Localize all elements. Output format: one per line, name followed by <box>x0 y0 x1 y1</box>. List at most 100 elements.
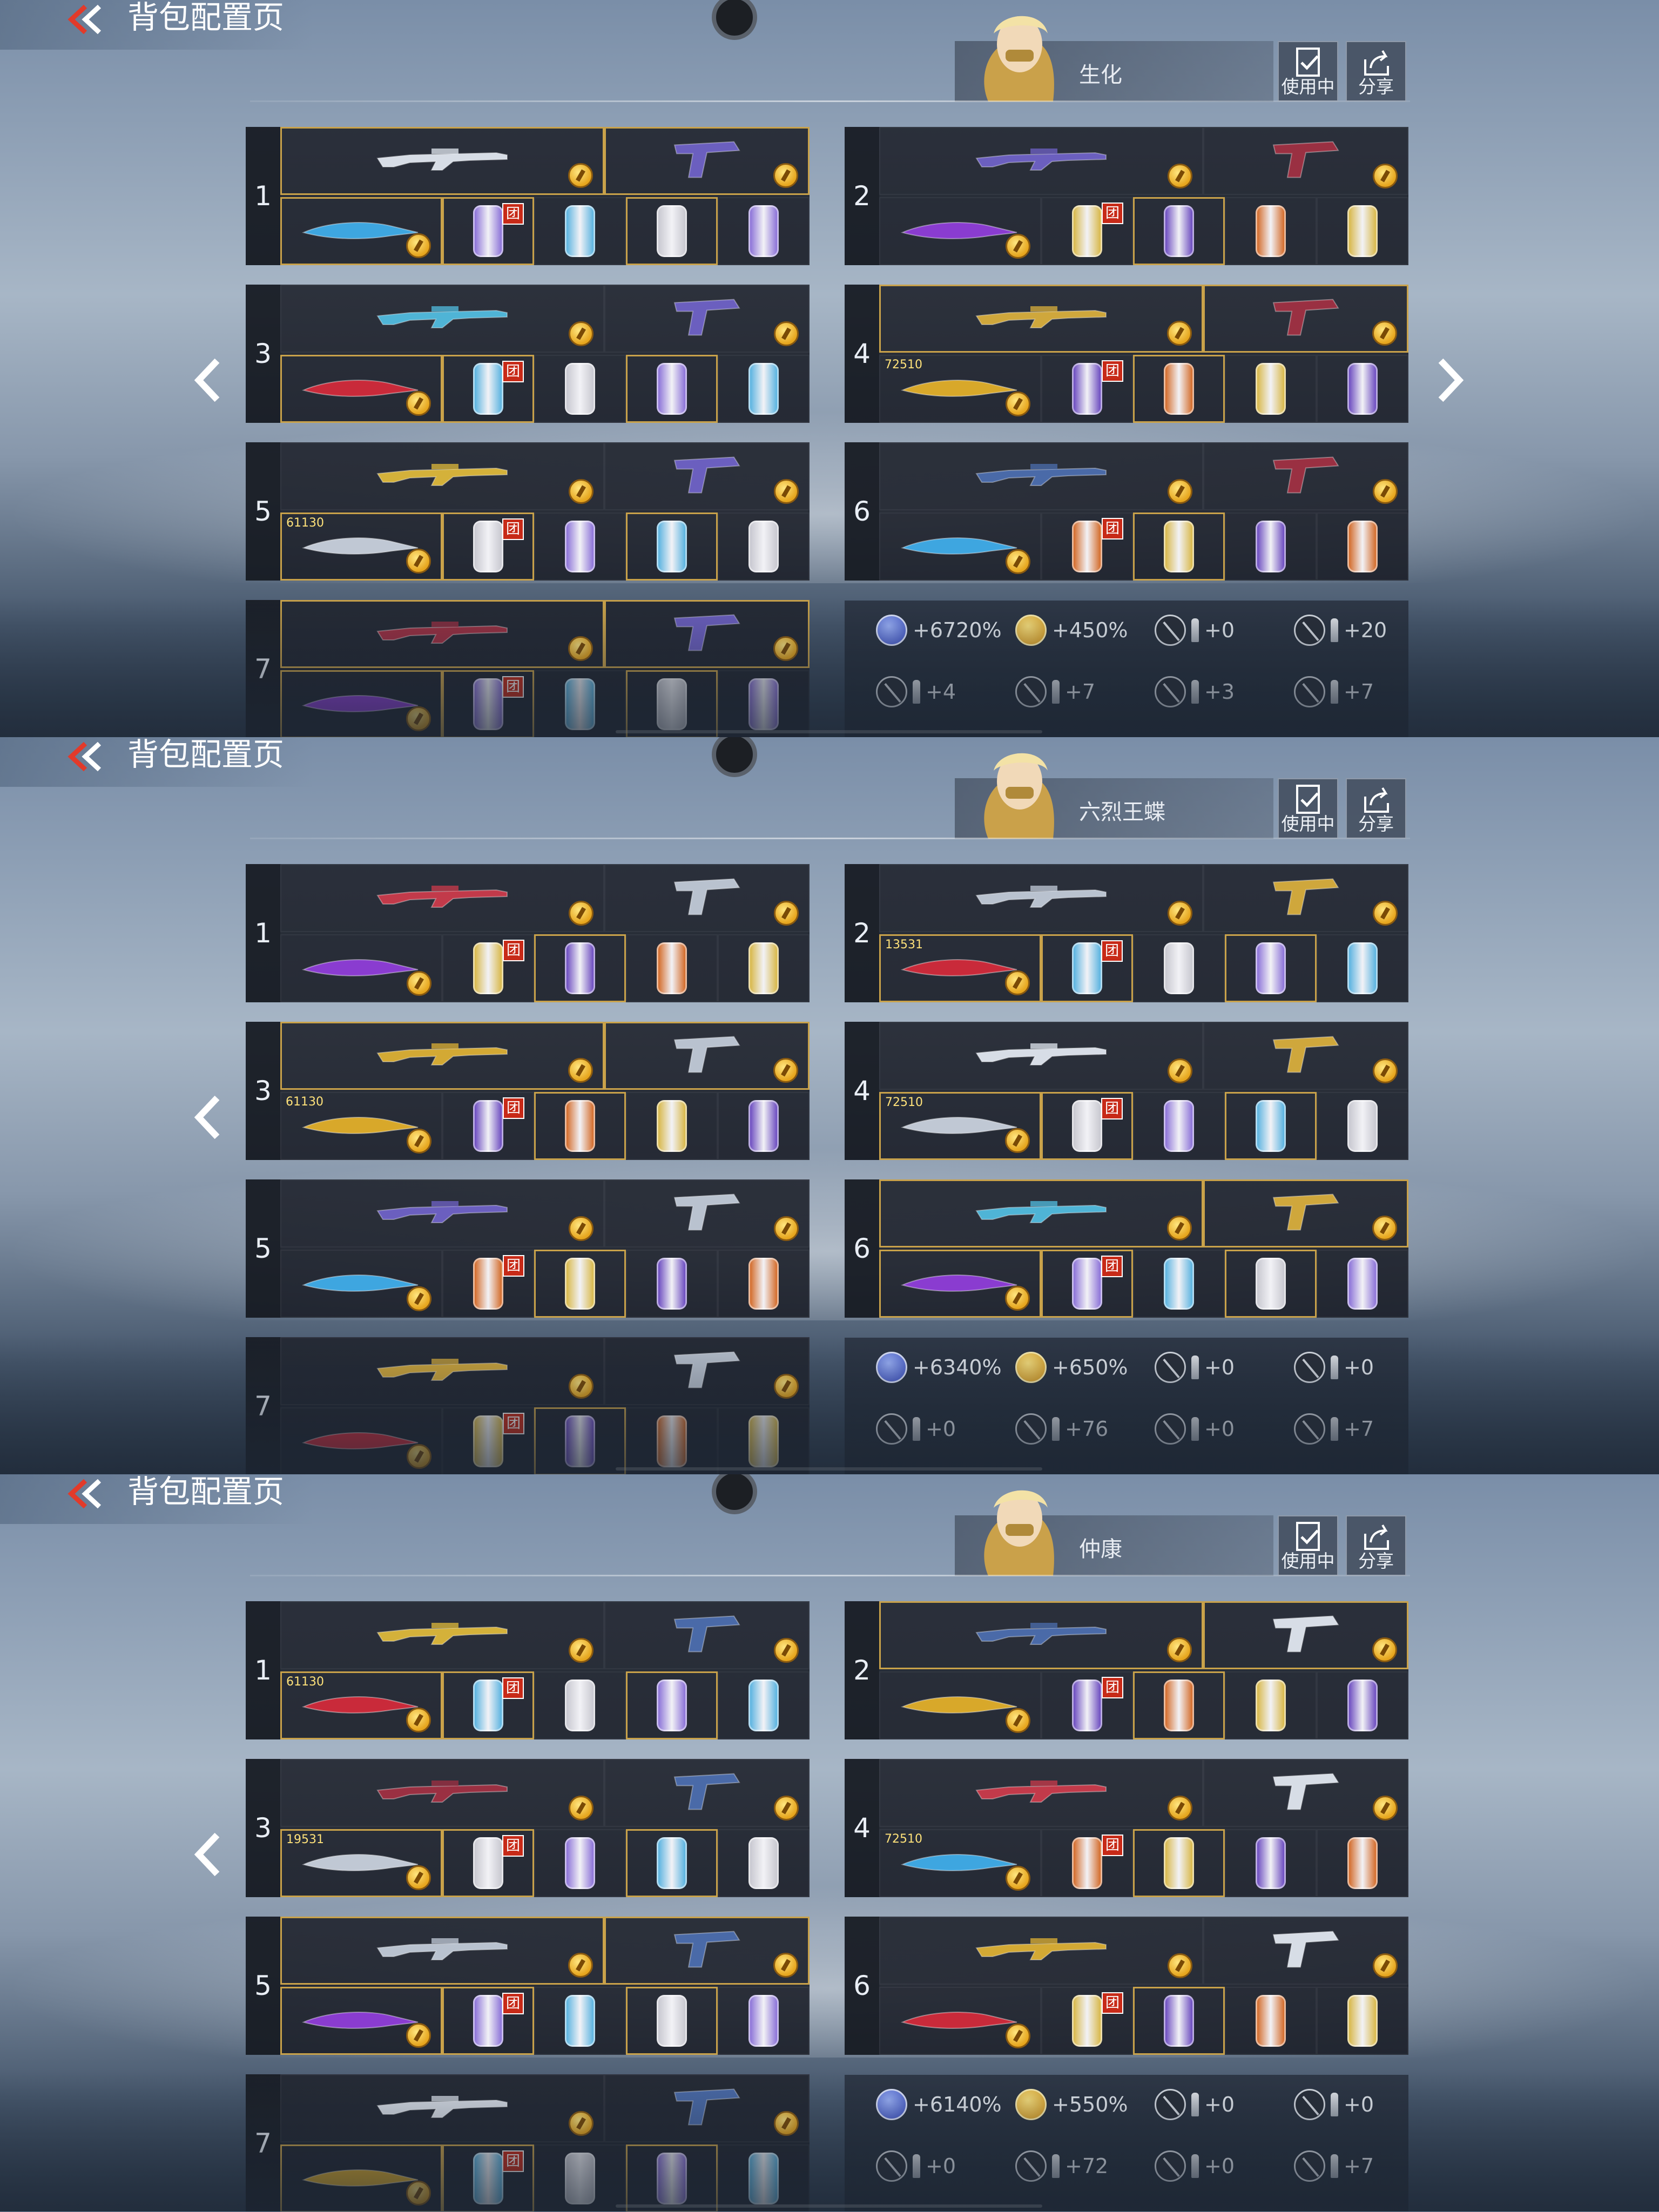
grenade-slot[interactable] <box>534 355 626 423</box>
melee-weapon-slot[interactable] <box>879 1250 1041 1318</box>
melee-weapon-slot[interactable]: 72510 <box>879 1092 1041 1160</box>
melee-weapon-slot[interactable] <box>280 197 442 265</box>
share-button[interactable]: 分享 <box>1346 778 1406 839</box>
grenade-slot[interactable] <box>626 1407 718 1474</box>
grenade-slot[interactable]: 团 <box>1041 512 1133 581</box>
primary-weapon-slot[interactable] <box>879 1917 1203 1985</box>
melee-weapon-slot[interactable]: 72510 <box>879 1829 1041 1897</box>
secondary-weapon-slot[interactable] <box>1203 285 1408 353</box>
grenade-slot[interactable] <box>534 2144 626 2211</box>
grenade-slot[interactable] <box>1133 934 1225 1002</box>
secondary-weapon-slot[interactable] <box>1203 1022 1408 1090</box>
loadout-slot[interactable]: 3 19531 团 <box>246 1759 810 1897</box>
grenade-slot[interactable] <box>1133 197 1225 265</box>
secondary-weapon-slot[interactable] <box>604 2074 810 2142</box>
grenade-slot[interactable] <box>534 197 626 265</box>
grenade-slot[interactable] <box>718 1250 810 1318</box>
grenade-slot[interactable] <box>1225 197 1317 265</box>
primary-weapon-slot[interactable] <box>280 600 604 668</box>
grenade-slot[interactable] <box>626 1829 718 1897</box>
grenade-slot[interactable] <box>626 670 718 737</box>
secondary-weapon-slot[interactable] <box>1203 1759 1408 1827</box>
grenade-slot[interactable] <box>626 1671 718 1739</box>
secondary-weapon-slot[interactable] <box>604 1917 810 1985</box>
back-button[interactable] <box>64 1478 107 1510</box>
scroll-indicator[interactable] <box>616 2204 1042 2208</box>
prev-page-arrow[interactable] <box>189 1827 227 1881</box>
grenade-slot[interactable] <box>1133 1092 1225 1160</box>
melee-weapon-slot[interactable] <box>280 670 442 737</box>
grenade-slot[interactable]: 团 <box>1041 1671 1133 1739</box>
grenade-slot[interactable] <box>718 934 810 1002</box>
secondary-weapon-slot[interactable] <box>604 600 810 668</box>
loadout-slot[interactable]: 6团 <box>845 1179 1408 1318</box>
prev-page-arrow[interactable] <box>189 1090 227 1144</box>
primary-weapon-slot[interactable] <box>280 1759 604 1827</box>
grenade-slot[interactable] <box>718 1407 810 1474</box>
primary-weapon-slot[interactable] <box>280 1917 604 1985</box>
primary-weapon-slot[interactable] <box>280 864 604 932</box>
grenade-slot[interactable] <box>718 670 810 737</box>
grenade-slot[interactable] <box>1225 934 1317 1002</box>
primary-weapon-slot[interactable] <box>879 285 1203 353</box>
primary-weapon-slot[interactable] <box>879 1179 1203 1247</box>
grenade-slot[interactable] <box>1225 1250 1317 1318</box>
grenade-slot[interactable]: 团 <box>442 934 534 1002</box>
grenade-slot[interactable] <box>1317 1671 1408 1739</box>
grenade-slot[interactable] <box>1225 355 1317 423</box>
grenade-slot[interactable] <box>626 2144 718 2211</box>
primary-weapon-slot[interactable] <box>280 1337 604 1405</box>
grenade-slot[interactable] <box>1317 1092 1408 1160</box>
grenade-slot[interactable] <box>718 2144 810 2211</box>
secondary-weapon-slot[interactable] <box>1203 1179 1408 1247</box>
secondary-weapon-slot[interactable] <box>604 864 810 932</box>
grenade-slot[interactable] <box>1225 1987 1317 2055</box>
loadout-slot[interactable]: 1 61130 团 <box>246 1601 810 1739</box>
back-button[interactable] <box>64 740 107 773</box>
scroll-indicator[interactable] <box>616 730 1042 733</box>
grenade-slot[interactable]: 团 <box>442 1671 534 1739</box>
loadout-slot[interactable]: 7团 <box>246 1337 810 1474</box>
grenade-slot[interactable] <box>1317 355 1408 423</box>
loadout-slot[interactable]: 4 72510 团 <box>845 285 1408 423</box>
melee-weapon-slot[interactable] <box>879 512 1041 581</box>
grenade-slot[interactable] <box>1133 355 1225 423</box>
grenade-slot[interactable] <box>1225 1671 1317 1739</box>
grenade-slot[interactable]: 团 <box>442 1987 534 2055</box>
secondary-weapon-slot[interactable] <box>1203 1601 1408 1669</box>
primary-weapon-slot[interactable] <box>879 864 1203 932</box>
secondary-weapon-slot[interactable] <box>604 1179 810 1247</box>
secondary-weapon-slot[interactable] <box>1203 442 1408 510</box>
grenade-slot[interactable] <box>534 934 626 1002</box>
grenade-slot[interactable] <box>1317 1250 1408 1318</box>
secondary-weapon-slot[interactable] <box>604 442 810 510</box>
grenade-slot[interactable]: 团 <box>442 512 534 581</box>
back-button[interactable] <box>64 3 107 36</box>
grenade-slot[interactable] <box>1317 1987 1408 2055</box>
primary-weapon-slot[interactable] <box>280 1179 604 1247</box>
grenade-slot[interactable] <box>626 355 718 423</box>
grenade-slot[interactable]: 团 <box>1041 1987 1133 2055</box>
grenade-slot[interactable]: 团 <box>1041 355 1133 423</box>
grenade-slot[interactable] <box>626 1092 718 1160</box>
grenade-slot[interactable]: 团 <box>442 2144 534 2211</box>
melee-weapon-slot[interactable] <box>280 1987 442 2055</box>
secondary-weapon-slot[interactable] <box>1203 1917 1408 1985</box>
grenade-slot[interactable]: 团 <box>442 1092 534 1160</box>
grenade-slot[interactable] <box>1133 1671 1225 1739</box>
loadout-slot[interactable]: 5团 <box>246 1917 810 2055</box>
melee-weapon-slot[interactable] <box>280 1250 442 1318</box>
grenade-slot[interactable] <box>718 355 810 423</box>
secondary-weapon-slot[interactable] <box>1203 127 1408 195</box>
grenade-slot[interactable] <box>534 1671 626 1739</box>
grenade-slot[interactable]: 团 <box>1041 1092 1133 1160</box>
grenade-slot[interactable]: 团 <box>442 1250 534 1318</box>
grenade-slot[interactable]: 团 <box>442 670 534 737</box>
grenade-slot[interactable] <box>534 670 626 737</box>
primary-weapon-slot[interactable] <box>879 442 1203 510</box>
grenade-slot[interactable] <box>1317 197 1408 265</box>
grenade-slot[interactable]: 团 <box>1041 197 1133 265</box>
loadout-slot[interactable]: 7团 <box>246 600 810 737</box>
secondary-weapon-slot[interactable] <box>604 1337 810 1405</box>
grenade-slot[interactable]: 团 <box>1041 1250 1133 1318</box>
